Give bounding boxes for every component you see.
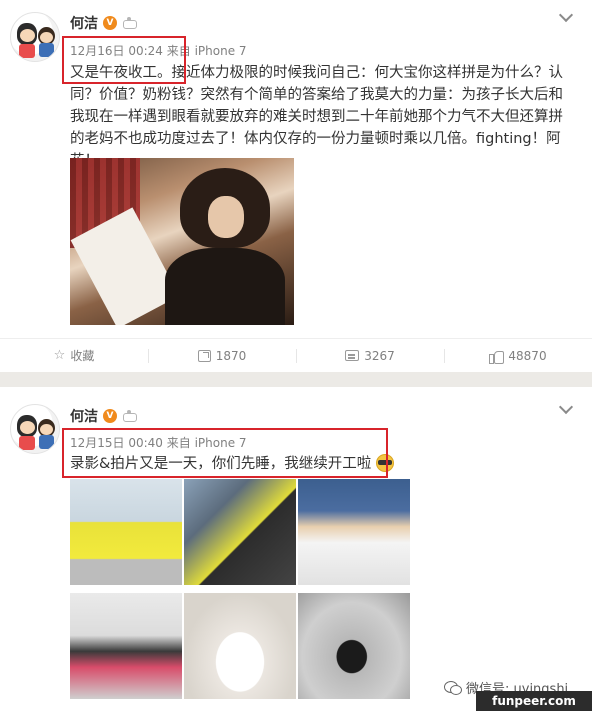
chevron-down-icon[interactable] <box>558 7 574 23</box>
post-image[interactable] <box>298 593 410 699</box>
repost-count: 1870 <box>215 348 247 363</box>
highlight-box <box>62 36 186 84</box>
like-count: 48870 <box>508 348 547 363</box>
post-image[interactable] <box>70 593 182 699</box>
thumbs-up-icon <box>489 349 505 364</box>
username[interactable]: 何洁 <box>70 13 98 33</box>
author-row: 何洁 V <box>70 14 137 32</box>
verified-icon: V <box>103 16 117 30</box>
post-divider <box>0 372 592 387</box>
author-row: 何洁 V <box>70 407 137 425</box>
avatar[interactable] <box>10 404 60 454</box>
username[interactable]: 何洁 <box>70 406 98 426</box>
member-icon <box>122 17 137 29</box>
wechat-icon <box>444 680 462 695</box>
member-icon <box>122 410 137 422</box>
highlight-box <box>62 428 388 478</box>
action-bar: ☆ 收藏 1870 3267 48870 <box>0 338 592 372</box>
post-image[interactable] <box>70 158 294 325</box>
like-button[interactable]: 48870 <box>444 339 592 372</box>
repost-button[interactable]: 1870 <box>148 339 296 372</box>
comment-button[interactable]: 3267 <box>296 339 444 372</box>
post-image[interactable] <box>70 479 182 585</box>
site-watermark: funpeer.com <box>476 691 592 711</box>
comment-icon <box>345 350 360 361</box>
favorite-button[interactable]: ☆ 收藏 <box>0 339 148 372</box>
post-image[interactable] <box>184 479 296 585</box>
verified-icon: V <box>103 409 117 423</box>
star-icon: ☆ <box>53 348 66 363</box>
avatar[interactable] <box>10 12 60 62</box>
chevron-down-icon[interactable] <box>558 399 574 415</box>
favorite-label: 收藏 <box>70 349 95 363</box>
post-image[interactable] <box>298 479 410 585</box>
forward-icon <box>197 349 211 362</box>
comment-count: 3267 <box>364 348 395 363</box>
post-image[interactable] <box>184 593 296 699</box>
